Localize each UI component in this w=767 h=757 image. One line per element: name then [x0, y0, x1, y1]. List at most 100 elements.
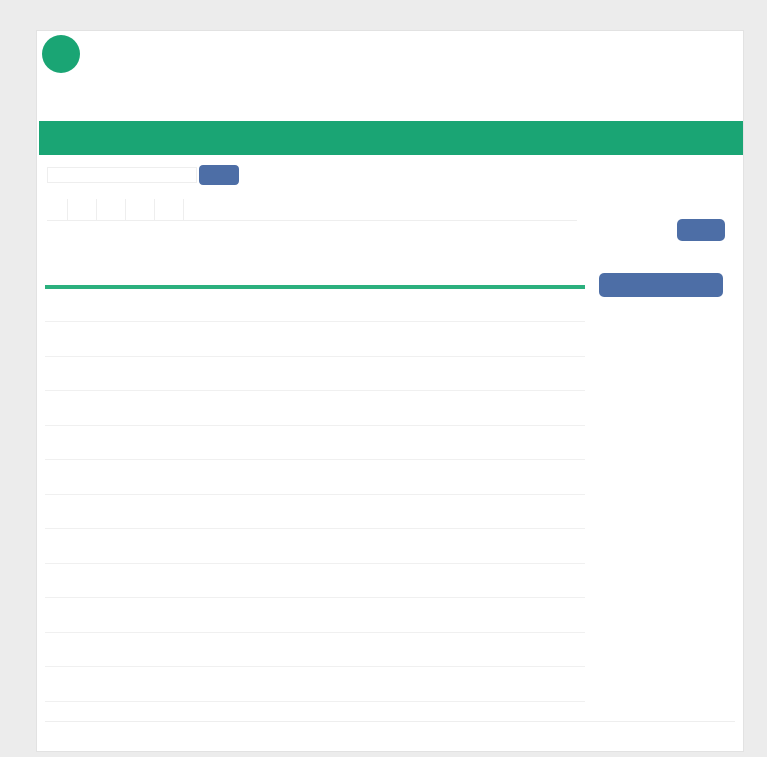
table-cell [45, 494, 99, 529]
table-cell [153, 460, 207, 495]
data-table [45, 227, 585, 702]
table-cell [315, 287, 369, 322]
table-cell [423, 563, 477, 598]
table-cell [369, 563, 423, 598]
table-cell [423, 598, 477, 633]
table-cell [315, 494, 369, 529]
tab[interactable] [105, 199, 126, 220]
table-row[interactable] [45, 632, 585, 667]
table-cell [369, 425, 423, 460]
table-cell [261, 322, 315, 357]
tab[interactable] [47, 199, 68, 220]
table-cell [153, 391, 207, 426]
table-cell [207, 322, 261, 357]
table-cell [315, 356, 369, 391]
table-cell [315, 425, 369, 460]
filter-input[interactable] [47, 167, 197, 183]
table-cell [369, 667, 423, 702]
column-header[interactable] [261, 227, 315, 287]
column-header[interactable] [369, 227, 423, 287]
table-cell [423, 391, 477, 426]
column-header[interactable] [477, 227, 531, 287]
app-logo[interactable] [42, 35, 80, 73]
table-cell [261, 632, 315, 667]
table-row[interactable] [45, 425, 585, 460]
table-cell [207, 391, 261, 426]
table-cell [99, 460, 153, 495]
table-cell [261, 667, 315, 702]
tab[interactable] [134, 199, 155, 220]
table-row[interactable] [45, 529, 585, 564]
table-row[interactable] [45, 356, 585, 391]
table-cell [423, 322, 477, 357]
table-cell [207, 667, 261, 702]
table-cell [315, 460, 369, 495]
table-cell [207, 598, 261, 633]
table-cell [153, 287, 207, 322]
table-cell [477, 667, 531, 702]
table-cell [99, 494, 153, 529]
filter-button[interactable] [199, 165, 239, 185]
table-cell [531, 322, 585, 357]
table-cell [153, 632, 207, 667]
table-cell [153, 598, 207, 633]
column-header[interactable] [153, 227, 207, 287]
table-cell [531, 632, 585, 667]
table-row[interactable] [45, 563, 585, 598]
table-cell [369, 460, 423, 495]
sidebar-primary-button[interactable] [599, 273, 723, 297]
table-cell [99, 356, 153, 391]
footer [45, 721, 735, 743]
table-cell [261, 391, 315, 426]
table-row[interactable] [45, 322, 585, 357]
table-cell [315, 322, 369, 357]
table-cell [99, 563, 153, 598]
table-header-row [45, 227, 585, 287]
column-header[interactable] [99, 227, 153, 287]
table-cell [477, 425, 531, 460]
table-cell [207, 425, 261, 460]
column-header[interactable] [315, 227, 369, 287]
table-cell [99, 529, 153, 564]
table-row[interactable] [45, 391, 585, 426]
table-cell [531, 598, 585, 633]
column-header[interactable] [423, 227, 477, 287]
sidebar-small-button[interactable] [677, 219, 725, 241]
table-cell [423, 425, 477, 460]
table-cell [477, 356, 531, 391]
table-cell [531, 529, 585, 564]
table-cell [315, 598, 369, 633]
table-cell [45, 598, 99, 633]
column-header[interactable] [207, 227, 261, 287]
table-row[interactable] [45, 460, 585, 495]
table-row[interactable] [45, 598, 585, 633]
table-cell [45, 322, 99, 357]
table-row[interactable] [45, 494, 585, 529]
table-cell [423, 287, 477, 322]
table-row[interactable] [45, 667, 585, 702]
tab[interactable] [163, 199, 184, 220]
table-cell [477, 322, 531, 357]
main-navbar [39, 121, 743, 155]
table-cell [207, 529, 261, 564]
table-cell [99, 667, 153, 702]
table-cell [45, 391, 99, 426]
column-header[interactable] [531, 227, 585, 287]
table-cell [315, 667, 369, 702]
table-cell [153, 425, 207, 460]
table-cell [315, 632, 369, 667]
table-cell [45, 460, 99, 495]
table-row[interactable] [45, 287, 585, 322]
table-cell [531, 356, 585, 391]
table-cell [369, 322, 423, 357]
table-cell [531, 425, 585, 460]
app-window [36, 30, 744, 752]
table-cell [261, 598, 315, 633]
table-cell [153, 356, 207, 391]
table-cell [369, 494, 423, 529]
table-cell [423, 494, 477, 529]
table-cell [99, 322, 153, 357]
table-cell [207, 460, 261, 495]
column-header[interactable] [45, 227, 99, 287]
tab[interactable] [76, 199, 97, 220]
